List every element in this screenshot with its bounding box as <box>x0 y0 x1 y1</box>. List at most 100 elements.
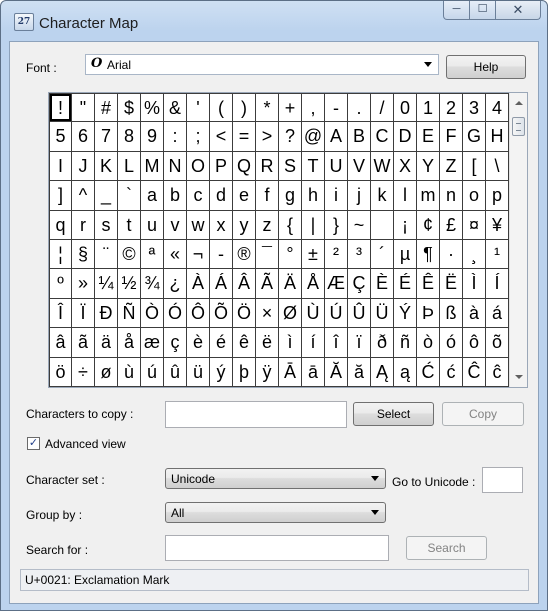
character-cell[interactable]: ¨ <box>95 239 118 270</box>
character-cell[interactable]: Ĉ <box>463 357 486 387</box>
character-cell[interactable]: _ <box>95 181 118 211</box>
character-cell[interactable]: × <box>256 298 279 329</box>
character-cell[interactable]: ¿ <box>164 269 187 299</box>
character-cell[interactable]: ì <box>279 328 302 358</box>
character-cell[interactable]: ¦ <box>49 239 72 270</box>
character-cell[interactable]: R <box>256 151 279 182</box>
character-cell[interactable]: " <box>72 93 95 123</box>
character-set-dropdown[interactable]: Unicode <box>165 468 386 489</box>
character-cell[interactable]: Ý <box>394 298 417 329</box>
character-cell[interactable]: ^ <box>72 181 95 211</box>
advanced-view-label[interactable]: Advanced view <box>45 437 126 451</box>
character-cell[interactable]: â <box>49 328 72 358</box>
character-cell[interactable]: G <box>463 122 486 152</box>
character-cell[interactable]: 0 <box>394 93 417 123</box>
character-cell[interactable]: Ç <box>348 269 371 299</box>
character-cell[interactable]: ê <box>233 328 256 358</box>
search-input[interactable] <box>165 535 389 561</box>
minimize-button[interactable]: ─ <box>443 1 470 20</box>
character-cell[interactable]: ² <box>325 239 348 270</box>
character-cell[interactable]: : <box>164 122 187 152</box>
character-cell[interactable]: Ò <box>141 298 164 329</box>
character-cell[interactable]: Ü <box>371 298 394 329</box>
advanced-view-checkbox[interactable]: ✓ <box>27 437 40 450</box>
character-cell[interactable]: á <box>486 298 509 329</box>
character-cell[interactable]: ` <box>118 181 141 211</box>
character-cell[interactable]: + <box>279 93 302 123</box>
character-cell[interactable]: , <box>302 93 325 123</box>
character-cell[interactable]: « <box>164 239 187 270</box>
character-cell[interactable]: ć <box>440 357 463 387</box>
character-cell[interactable]: ? <box>279 122 302 152</box>
scrollbar-thumb[interactable] <box>512 117 525 136</box>
character-cell[interactable]: Ă <box>325 357 348 387</box>
character-cell[interactable]: ) <box>233 93 256 123</box>
character-cell[interactable]: J <box>72 151 95 182</box>
character-cell[interactable]: l <box>394 181 417 211</box>
character-cell[interactable]: § <box>72 239 95 270</box>
character-cell[interactable]: ĉ <box>486 357 509 387</box>
character-cell[interactable]: ¬ <box>187 239 210 270</box>
character-cell[interactable]: z <box>256 210 279 240</box>
character-cell[interactable]: Ą <box>371 357 394 387</box>
font-dropdown[interactable]: O Arial <box>85 54 439 75</box>
character-cell[interactable]: Ú <box>325 298 348 329</box>
character-cell[interactable]: ¼ <box>95 269 118 299</box>
character-cell[interactable]: Ô <box>187 298 210 329</box>
character-cell[interactable]: » <box>72 269 95 299</box>
character-cell[interactable]: 1 <box>417 93 440 123</box>
character-cell[interactable]: é <box>210 328 233 358</box>
character-cell[interactable]: Ć <box>417 357 440 387</box>
character-cell[interactable]: ä <box>95 328 118 358</box>
grid-scrollbar[interactable] <box>509 93 527 387</box>
character-cell[interactable]: ® <box>233 239 256 270</box>
character-cell[interactable]: V <box>348 151 371 182</box>
characters-to-copy-input[interactable] <box>165 401 347 428</box>
character-cell[interactable]: ð <box>371 328 394 358</box>
character-cell[interactable]: * <box>256 93 279 123</box>
character-cell[interactable]: } <box>325 210 348 240</box>
character-grid[interactable]: ! " # $% & '() * +, -./0 1 2 3 4 5 6 7 8 9:; < = >? @ A B C D E F G H… <box>49 93 509 387</box>
character-cell[interactable]: þ <box>233 357 256 387</box>
character-cell[interactable]: Ä <box>279 269 302 299</box>
character-cell[interactable]: ã <box>72 328 95 358</box>
character-cell[interactable]: { <box>279 210 302 240</box>
character-cell[interactable]: C <box>371 122 394 152</box>
character-cell[interactable]: $ <box>118 93 141 123</box>
character-cell[interactable]: j <box>348 181 371 211</box>
character-cell[interactable]: õ <box>486 328 509 358</box>
character-cell[interactable]: ( <box>210 93 233 123</box>
character-cell[interactable]: Ï <box>72 298 95 329</box>
character-cell[interactable]: I <box>49 151 72 182</box>
character-cell[interactable]: î <box>325 328 348 358</box>
character-cell[interactable]: ç <box>164 328 187 358</box>
character-cell[interactable]: > <box>256 122 279 152</box>
character-cell[interactable]: g <box>279 181 302 211</box>
character-cell[interactable]: º <box>49 269 72 299</box>
character-cell[interactable]: À <box>187 269 210 299</box>
character-cell[interactable]: 2 <box>440 93 463 123</box>
character-cell[interactable]: ÷ <box>72 357 95 387</box>
character-cell[interactable]: k <box>371 181 394 211</box>
character-cell[interactable]: 5 <box>49 122 72 152</box>
character-cell[interactable]: ¸ <box>463 239 486 270</box>
character-cell[interactable]: Ø <box>279 298 302 329</box>
go-to-unicode-input[interactable] <box>482 467 523 493</box>
character-cell[interactable]: U <box>325 151 348 182</box>
character-cell[interactable]: ¶ <box>417 239 440 270</box>
character-cell[interactable]: ą <box>394 357 417 387</box>
character-cell[interactable]: ° <box>279 239 302 270</box>
character-cell[interactable]: Ñ <box>118 298 141 329</box>
character-cell[interactable]: S <box>279 151 302 182</box>
character-cell[interactable]: Ù <box>302 298 325 329</box>
character-cell[interactable]: Â <box>233 269 256 299</box>
character-cell[interactable]: £ <box>440 210 463 240</box>
character-cell[interactable]: \ <box>486 151 509 182</box>
character-cell[interactable]: ´ <box>371 239 394 270</box>
character-cell[interactable]: w <box>187 210 210 240</box>
character-cell[interactable]: È <box>371 269 394 299</box>
character-cell[interactable]: Í <box>486 269 509 299</box>
character-cell[interactable]: à <box>463 298 486 329</box>
group-by-dropdown[interactable]: All <box>165 502 386 523</box>
maximize-button[interactable]: ☐ <box>470 1 496 20</box>
